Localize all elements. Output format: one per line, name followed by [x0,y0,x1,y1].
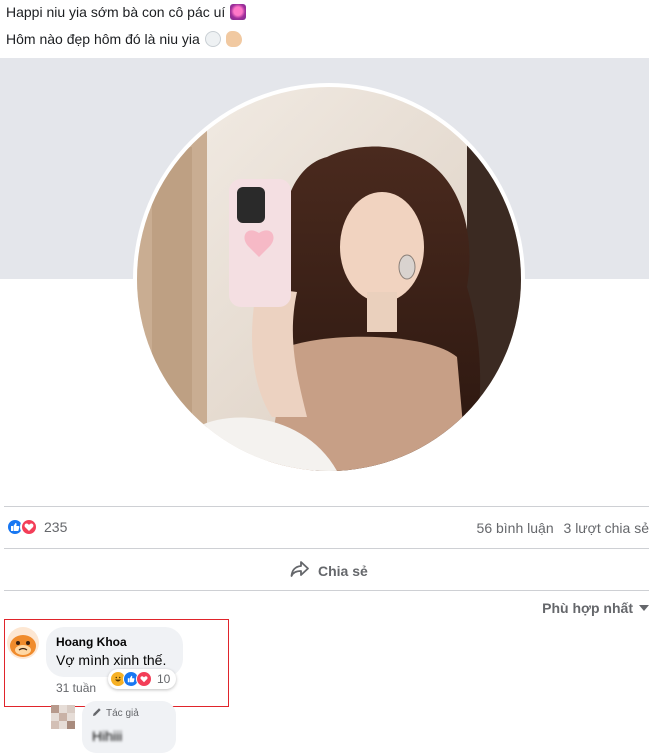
comment-reactions[interactable]: 10 [108,669,177,689]
caption-text-1: Happi niu yia sớm bà con cô pác uí [6,4,226,20]
comment-count-link[interactable]: 56 bình luận [477,520,554,536]
divider-top [4,506,649,507]
comment-sort-dropdown[interactable]: Phù hợp nhất [542,600,649,616]
love-icon [20,518,38,536]
reaction-count: 235 [44,519,68,535]
comment-text: Vợ mình xinh thế. [56,652,167,668]
reaction-summary[interactable]: 235 [6,518,67,536]
reply-avatar[interactable] [51,705,75,729]
pinched-hand-emoji-icon [225,31,242,47]
comment-timestamp[interactable]: 31 tuần [56,681,96,695]
caption-text-2: Hôm nào đẹp hôm đó là niu yia [6,31,200,47]
post-caption-line-2: Hôm nào đẹp hôm đó là niu yia [6,31,242,47]
heart-sparkle-emoji-icon [230,4,247,20]
comment-reaction-count: 10 [157,672,171,686]
avatar[interactable] [7,627,39,659]
divider-middle [4,548,649,549]
author-badge: Tác giả [92,707,166,720]
love-icon [136,671,152,687]
caret-down-icon [639,605,649,611]
post-caption-line-1: Happi niu yia sớm bà con cô pác uí [6,4,247,20]
share-button[interactable]: Chia sẻ [290,560,368,581]
author-tag-label: Tác giả [106,708,139,719]
reply-text: Hihiii [92,728,123,744]
pencil-icon [92,707,102,720]
profile-photo[interactable] [137,87,521,471]
share-arrow-icon [290,560,310,581]
reply-bubble[interactable]: Tác giả Hihiii [82,701,176,753]
face-emoji-icon [204,31,221,47]
share-label: Chia sẻ [318,562,368,579]
divider-bottom [4,590,649,591]
share-count-link[interactable]: 3 lượt chia sẻ [564,520,649,536]
sort-label: Phù hợp nhất [542,600,633,616]
comment-author[interactable]: Hoang Khoa [56,635,173,649]
post-stats: 56 bình luận 3 lượt chia sẻ [471,520,649,536]
